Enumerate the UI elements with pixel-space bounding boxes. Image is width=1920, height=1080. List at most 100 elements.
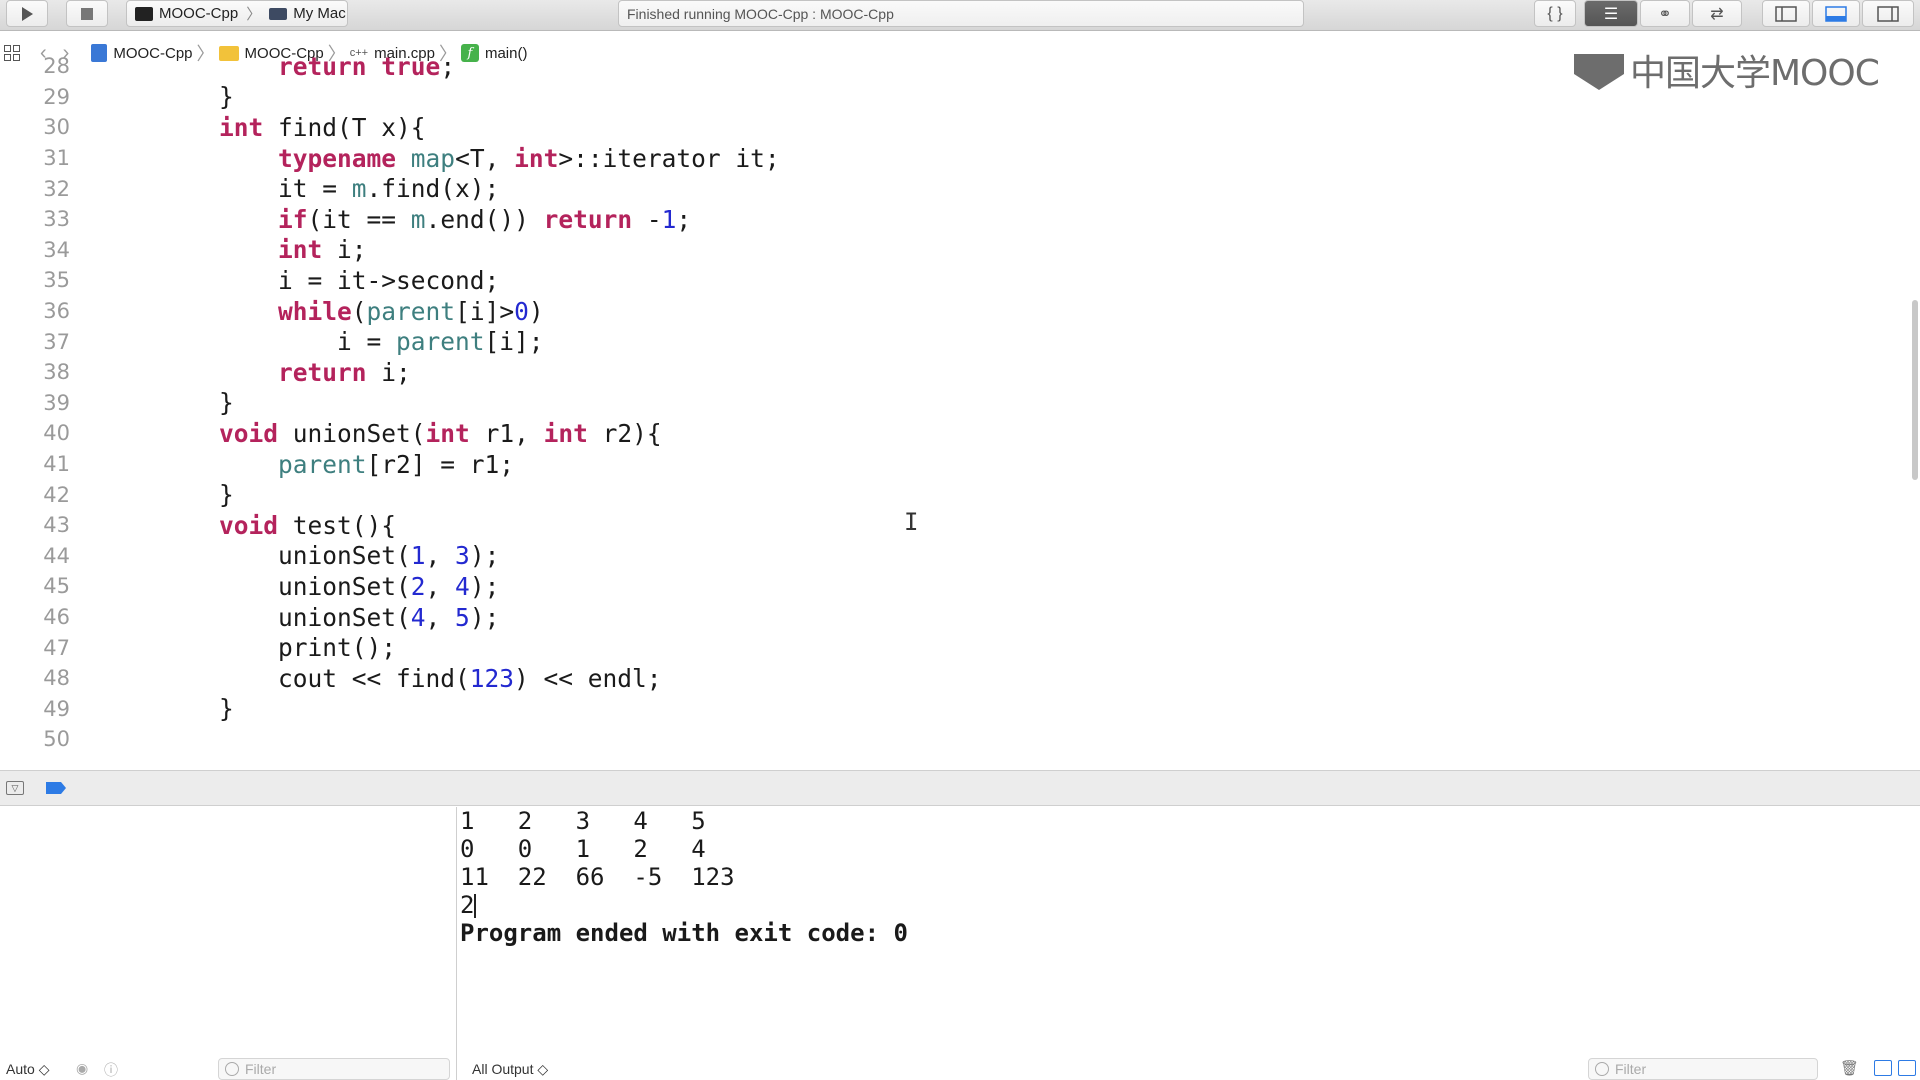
code-line[interactable]: 47 print(); xyxy=(0,632,396,663)
code-line[interactable]: 41 parent[r2] = r1; xyxy=(0,449,514,480)
code-text[interactable]: } xyxy=(70,694,234,723)
code-text[interactable]: void unionSet(int r1, int r2){ xyxy=(70,419,662,448)
line-number[interactable]: 49 xyxy=(0,697,70,721)
standard-editor-button[interactable]: ☰ xyxy=(1584,0,1638,27)
line-number[interactable]: 46 xyxy=(0,605,70,629)
code-text[interactable]: } xyxy=(70,480,234,509)
line-number[interactable]: 45 xyxy=(0,574,70,598)
line-number[interactable]: 50 xyxy=(0,727,70,751)
console-line: Program ended with exit code: 0 xyxy=(460,919,908,947)
code-line[interactable]: 42 } xyxy=(0,479,234,510)
code-text[interactable]: unionSet(1, 3); xyxy=(70,541,499,570)
filter-placeholder: Filter xyxy=(245,1061,277,1077)
line-number[interactable]: 33 xyxy=(0,207,70,231)
code-editor[interactable]: 28 return true; 29 } 30 int find(T x){31 t… xyxy=(0,52,1920,770)
line-number[interactable]: 44 xyxy=(0,544,70,568)
code-line[interactable]: 46 unionSet(4, 5); xyxy=(0,602,499,633)
line-number[interactable]: 30 xyxy=(0,115,70,139)
debug-area-toggle-button[interactable] xyxy=(1812,0,1860,27)
line-number[interactable]: 47 xyxy=(0,636,70,660)
text-caret xyxy=(474,894,477,918)
line-number[interactable]: 36 xyxy=(0,299,70,323)
code-line[interactable]: 32 it = m.find(x); xyxy=(0,173,499,204)
navigator-toggle-icon xyxy=(1775,5,1797,22)
info-icon[interactable]: ⓘ xyxy=(104,1060,118,1080)
code-line[interactable]: 31 typename map<T, int>::iterator it; xyxy=(0,143,780,174)
line-number[interactable]: 37 xyxy=(0,330,70,354)
stop-button[interactable] xyxy=(66,0,108,27)
version-editor-button[interactable]: ⇄ xyxy=(1692,0,1742,27)
code-line[interactable]: 34 int i; xyxy=(0,235,367,266)
run-button[interactable] xyxy=(6,0,48,27)
line-number[interactable]: 39 xyxy=(0,391,70,415)
code-text[interactable]: void test(){ xyxy=(70,511,396,540)
code-line[interactable]: 44 unionSet(1, 3); xyxy=(0,541,499,572)
code-text[interactable]: print(); xyxy=(70,633,396,662)
line-number[interactable]: 48 xyxy=(0,666,70,690)
hide-debug-area-icon[interactable]: ▽ xyxy=(6,781,24,795)
editor-scrollbar[interactable] xyxy=(1912,300,1918,480)
line-number[interactable]: 40 xyxy=(0,421,70,445)
line-number[interactable]: 29 xyxy=(0,85,70,109)
code-text[interactable]: cout << find(123) << endl; xyxy=(70,664,662,693)
code-line[interactable]: 50 xyxy=(0,724,160,755)
code-line[interactable]: 45 unionSet(2, 4); xyxy=(0,571,499,602)
code-line[interactable]: 37 i = parent[i]; xyxy=(0,326,544,357)
code-text[interactable]: typename map<T, int>::iterator it; xyxy=(70,144,780,173)
line-number[interactable]: 35 xyxy=(0,268,70,292)
code-line[interactable]: 40 void unionSet(int r1, int r2){ xyxy=(0,418,662,449)
breakpoints-toggle-icon[interactable] xyxy=(46,782,66,794)
code-text[interactable]: int i; xyxy=(70,235,367,264)
scheme-selector[interactable]: MOOC-Cpp 〉 My Mac xyxy=(126,0,348,27)
line-number[interactable]: 32 xyxy=(0,177,70,201)
code-text[interactable]: unionSet(4, 5); xyxy=(70,603,499,632)
code-text[interactable]: if(it == m.end()) return -1; xyxy=(70,205,691,234)
assistant-editor-button[interactable]: ⚭ xyxy=(1640,0,1690,27)
code-line[interactable]: 38 return i; xyxy=(0,357,411,388)
code-text[interactable]: i = parent[i]; xyxy=(70,327,544,356)
console-output[interactable]: 1 2 3 4 50 0 1 2 4 11 22 66 -5 123 2 Progra… xyxy=(458,807,1920,1052)
braces-button[interactable]: { } xyxy=(1534,0,1576,27)
show-variables-icon[interactable] xyxy=(1874,1060,1892,1076)
console-line: 1 2 3 4 5 xyxy=(460,807,706,835)
variables-filter-input[interactable]: Filter xyxy=(218,1058,450,1080)
code-line[interactable]: 49 } xyxy=(0,694,234,725)
console-filter-input[interactable]: Filter xyxy=(1588,1058,1818,1080)
code-line[interactable]: 29 } xyxy=(0,82,234,113)
variables-view[interactable] xyxy=(0,807,457,1080)
line-number[interactable]: 42 xyxy=(0,483,70,507)
code-line[interactable]: 33 if(it == m.end()) return -1; xyxy=(0,204,691,235)
code-line[interactable]: 39 } xyxy=(0,388,234,419)
code-line[interactable]: 28 return true; xyxy=(0,51,455,82)
line-number[interactable]: 34 xyxy=(0,238,70,262)
code-text[interactable]: } xyxy=(70,82,234,111)
code-text[interactable]: return true; xyxy=(70,52,455,81)
trash-icon[interactable]: 🗑 xyxy=(1840,1059,1859,1077)
breadcrumb-function[interactable]: f main() xyxy=(460,44,527,62)
line-number[interactable]: 43 xyxy=(0,513,70,537)
code-text[interactable]: i = it->second; xyxy=(70,266,499,295)
code-text[interactable]: while(parent[i]>0) xyxy=(70,297,544,326)
code-text[interactable]: int find(T x){ xyxy=(70,113,426,142)
line-number[interactable]: 28 xyxy=(0,54,70,78)
show-console-icon[interactable] xyxy=(1898,1060,1916,1076)
code-text[interactable]: unionSet(2, 4); xyxy=(70,572,499,601)
code-line[interactable]: 36 while(parent[i]>0) xyxy=(0,296,544,327)
code-line[interactable]: 48 cout << find(123) << endl; xyxy=(0,663,662,694)
code-text[interactable]: return i; xyxy=(70,358,411,387)
line-number[interactable]: 38 xyxy=(0,360,70,384)
quick-look-icon[interactable]: ◉ xyxy=(76,1060,88,1077)
variables-mode-select[interactable]: Auto ◇ xyxy=(6,1061,49,1078)
code-text[interactable]: parent[r2] = r1; xyxy=(70,450,514,479)
code-line[interactable]: 30 int find(T x){ xyxy=(0,112,426,143)
code-line[interactable]: 43 void test(){ xyxy=(0,510,396,541)
line-number[interactable]: 41 xyxy=(0,452,70,476)
code-text[interactable]: it = m.find(x); xyxy=(70,174,499,203)
stop-icon xyxy=(81,7,93,20)
utilities-toggle-button[interactable] xyxy=(1862,0,1914,27)
code-text[interactable]: } xyxy=(70,388,234,417)
output-mode-select[interactable]: All Output ◇ xyxy=(472,1061,548,1078)
line-number[interactable]: 31 xyxy=(0,146,70,170)
navigator-toggle-button[interactable] xyxy=(1762,0,1810,27)
code-line[interactable]: 35 i = it->second; xyxy=(0,265,499,296)
